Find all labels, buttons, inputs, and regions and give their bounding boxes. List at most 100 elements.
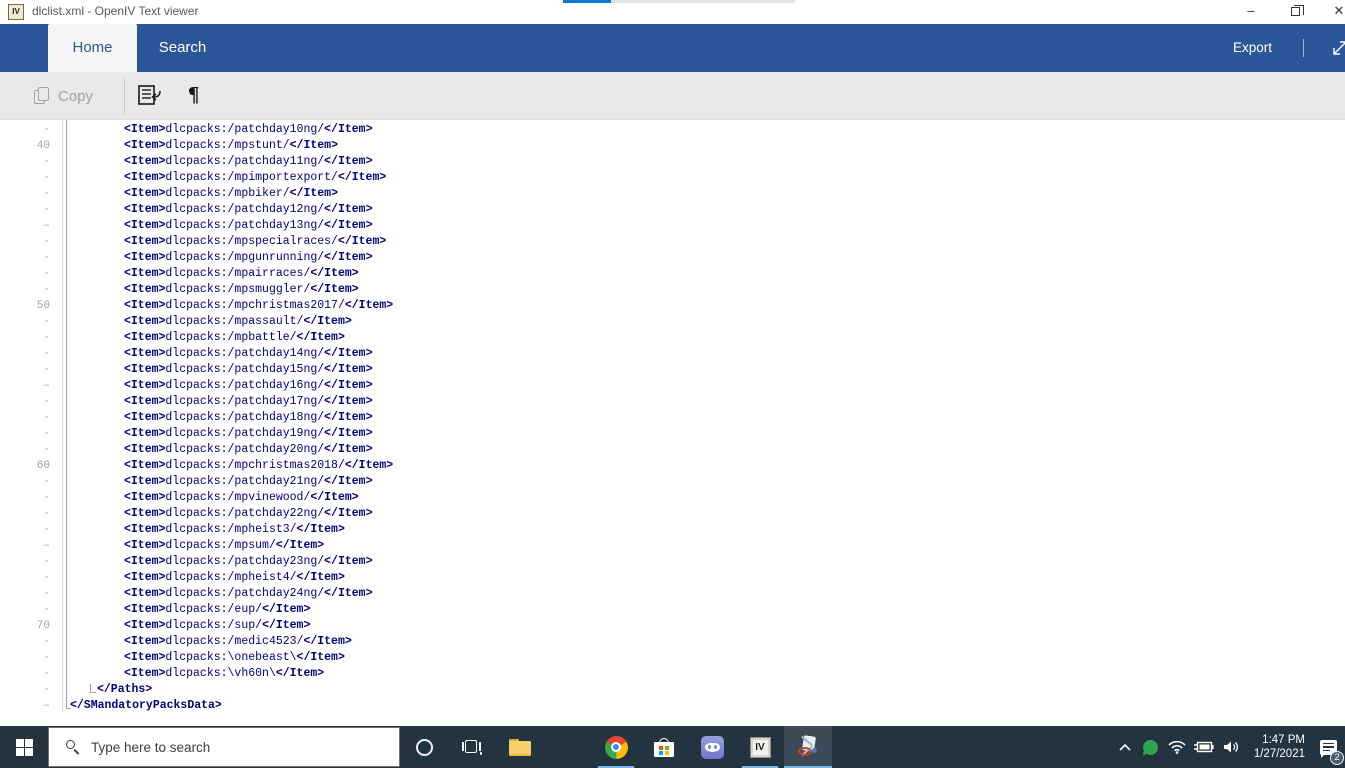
ribbon: Home Search Export <box>0 24 1345 72</box>
code-line: 60 <Item>dlcpacks:/mpchristmas2018/</Item… <box>0 458 1345 474</box>
code-line: - <Item>dlcpacks:/patchday12ng/</Item> <box>0 202 1345 218</box>
code-line: – </SMandatoryPacksData> <box>0 698 1345 714</box>
openiv-app-icon: IV <box>8 4 24 20</box>
title-bar: IV dlclist.xml - OpenIV Text viewer – ✕ <box>0 0 1345 24</box>
openiv-icon: IV <box>749 736 771 758</box>
word-wrap-icon[interactable] <box>138 85 162 107</box>
restore-button[interactable] <box>1280 0 1310 24</box>
minimize-button[interactable]: – <box>1236 0 1266 24</box>
tray-green-app-icon[interactable] <box>1138 739 1164 755</box>
taskbar: Type here to search IV 1:47 PM 1/27/2021… <box>0 726 1345 768</box>
code-line: - <Item>dlcpacks:/mpsmuggler/</Item> <box>0 282 1345 298</box>
snipping-tool-icon <box>796 735 820 758</box>
line-number-marker: - <box>43 316 50 328</box>
ribbon-separator <box>1303 39 1304 57</box>
code-line: - <Item>dlcpacks:/eup/</Item> <box>0 602 1345 618</box>
line-number-marker: - <box>43 396 50 408</box>
line-number-marker: - <box>43 444 50 456</box>
taskbar-app-discord[interactable] <box>688 726 736 768</box>
taskbar-app-snipping-tool[interactable] <box>784 726 832 768</box>
taskbar-app-edge[interactable] <box>544 726 592 768</box>
code-line: - <Item>dlcpacks:/mpassault/</Item> <box>0 314 1345 330</box>
wifi-icon[interactable] <box>1164 740 1190 754</box>
line-number-marker: – <box>43 700 50 712</box>
line-number-marker: - <box>43 364 50 376</box>
code-line: 70 <Item>dlcpacks:/sup/</Item> <box>0 618 1345 634</box>
taskbar-app-chrome[interactable] <box>592 726 640 768</box>
line-number-marker: 70 <box>36 620 50 632</box>
code-line: - <Item>dlcpacks:\onebeast\</Item> <box>0 650 1345 666</box>
line-number-marker: - <box>43 492 50 504</box>
code-line: - <Item>dlcpacks:/patchday20ng/</Item> <box>0 442 1345 458</box>
search-placeholder: Type here to search <box>91 739 211 755</box>
volume-icon[interactable] <box>1218 740 1246 754</box>
line-number-marker: - <box>43 412 50 424</box>
code-line: - <Item>dlcpacks:/medic4523/</Item> <box>0 634 1345 650</box>
cortana-button[interactable] <box>400 726 448 768</box>
line-number-marker: - <box>43 172 50 184</box>
line-number-marker: - <box>43 188 50 200</box>
tray-chevron-button[interactable] <box>1112 743 1138 751</box>
code-lines: - <Item>dlcpacks:/patchday10ng/</Item> 40 <… <box>0 122 1345 714</box>
taskbar-app-openiv[interactable]: IV <box>736 726 784 768</box>
copy-label: Copy <box>58 87 94 105</box>
tab-home[interactable]: Home <box>48 24 137 72</box>
taskbar-app-store[interactable] <box>640 726 688 768</box>
taskbar-search-input[interactable]: Type here to search <box>48 727 400 767</box>
battery-charging-icon[interactable] <box>1190 741 1218 753</box>
code-line: - <Item>dlcpacks:\vh60n\</Item> <box>0 666 1345 682</box>
xml-text-viewer[interactable]: - <Item>dlcpacks:/patchday10ng/</Item> 40 <… <box>0 120 1345 726</box>
line-number-marker: – <box>43 220 50 232</box>
line-number-marker: – <box>43 380 50 392</box>
toolbar: Copy ¶ <box>0 72 1345 120</box>
line-number-marker: - <box>43 508 50 520</box>
export-button[interactable]: Export <box>1233 24 1272 72</box>
clock-date: 1/27/2021 <box>1253 748 1305 760</box>
code-line: - <Item>dlcpacks:/patchday14ng/</Item> <box>0 346 1345 362</box>
line-number-marker: - <box>43 124 50 136</box>
code-line: - <Item>dlcpacks:/patchday21ng/</Item> <box>0 474 1345 490</box>
code-line: - <Item>dlcpacks:/mpheist4/</Item> <box>0 570 1345 586</box>
code-line: - <Item>dlcpacks:/patchday18ng/</Item> <box>0 410 1345 426</box>
taskbar-app-file-explorer[interactable] <box>496 726 544 768</box>
notification-badge: 2 <box>1330 751 1344 765</box>
line-number-marker: - <box>43 524 50 536</box>
edge-icon <box>557 736 580 759</box>
code-line: 50 <Item>dlcpacks:/mpchristmas2017/</Item… <box>0 298 1345 314</box>
screen: IV dlclist.xml - OpenIV Text viewer – ✕ … <box>0 0 1345 768</box>
copy-button[interactable]: Copy <box>34 78 93 114</box>
line-number-marker: - <box>43 348 50 360</box>
toolbar-separator <box>124 78 125 115</box>
chrome-icon <box>604 735 628 759</box>
code-line: - <Item>dlcpacks:/mpairraces/</Item> <box>0 266 1345 282</box>
line-number-marker: 40 <box>36 140 50 152</box>
line-number-marker: - <box>43 588 50 600</box>
line-number-marker: 60 <box>36 460 50 472</box>
taskbar-app-task-view[interactable] <box>448 726 496 768</box>
close-button[interactable]: ✕ <box>1324 0 1345 24</box>
code-line: - <Item>dlcpacks:/mpimportexport/</Item> <box>0 170 1345 186</box>
discord-icon <box>700 735 724 759</box>
code-line: - <Item>dlcpacks:/mpbattle/</Item> <box>0 330 1345 346</box>
clock[interactable]: 1:47 PM 1/27/2021 <box>1246 733 1311 761</box>
action-center-button[interactable]: 2 <box>1311 726 1345 768</box>
start-button[interactable] <box>0 726 48 768</box>
cortana-icon <box>415 738 433 756</box>
microsoft-store-icon <box>654 737 674 757</box>
search-icon <box>65 739 81 755</box>
code-line: - <Item>dlcpacks:/patchday22ng/</Item> <box>0 506 1345 522</box>
pilcrow-icon[interactable]: ¶ <box>188 82 199 107</box>
copy-icon <box>34 87 49 105</box>
code-line: - <Item>dlcpacks:/patchday11ng/</Item> <box>0 154 1345 170</box>
code-line: - <Item>dlcpacks:/patchday17ng/</Item> <box>0 394 1345 410</box>
line-number-marker: 50 <box>36 300 50 312</box>
code-line: – <Item>dlcpacks:/mpsum/</Item> <box>0 538 1345 554</box>
code-line: - <Item>dlcpacks:/patchday23ng/</Item> <box>0 554 1345 570</box>
tab-search[interactable]: Search <box>137 24 228 72</box>
line-number-marker: - <box>43 636 50 648</box>
expand-arrow-icon[interactable] <box>1331 39 1345 57</box>
code-line: - <Item>dlcpacks:/mpvinewood/</Item> <box>0 490 1345 506</box>
code-line: - <Item>dlcpacks:/patchday15ng/</Item> <box>0 362 1345 378</box>
pinned-apps: IV <box>448 726 832 768</box>
code-line: - <Item>dlcpacks:/patchday10ng/</Item> <box>0 122 1345 138</box>
